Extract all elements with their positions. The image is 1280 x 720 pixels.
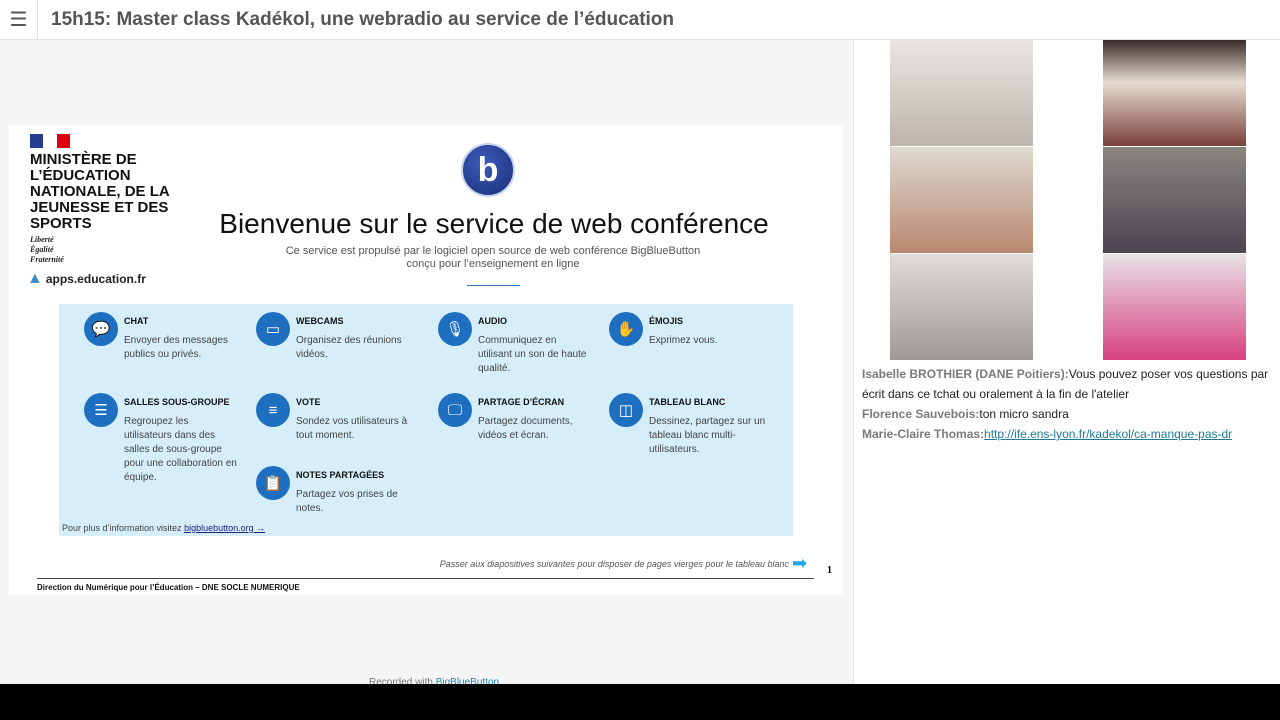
presentation-slide: MINISTÈRE DE L’ÉDUCATION NATIONALE, DE L… <box>9 125 843 595</box>
chat-link[interactable]: http://ife.ens-lyon.fr/kadekol/ca-manque… <box>984 427 1232 441</box>
slide-subtitle: Ce service est propulsé par le logiciel … <box>285 245 701 270</box>
poll-icon: ≡ <box>256 393 290 427</box>
feature-whiteboard: ◫ TABLEAU BLANC Dessinez, partagez sur un … <box>609 393 819 457</box>
breakout-icon: ☰ <box>84 393 118 427</box>
chat-message: Isabelle BROTHIER (DANE Poitiers):Vous p… <box>862 367 1269 401</box>
webcam-video <box>1103 254 1246 360</box>
webcams-and-chat-panel: Isabelle BROTHIER (DANE Poitiers):Vous p… <box>853 40 1280 684</box>
slide-footer: Direction du Numérique pour l’Éducation … <box>37 583 300 592</box>
hamburger-icon[interactable]: ☰ <box>0 0 38 40</box>
whiteboard-icon: ◫ <box>609 393 643 427</box>
webcam-video <box>890 254 1033 360</box>
screen-icon: 🖵 <box>438 393 472 427</box>
hand-icon: ✋ <box>609 312 643 346</box>
slide-title: Bienvenue sur le service de web conféren… <box>219 208 769 239</box>
features-panel: 💬 CHAT Envoyer des messages publics ou pri… <box>59 304 793 536</box>
top-bar: ☰ 15h15: Master class Kadékol, une webra… <box>0 0 1280 40</box>
apps-education-logo: ▲ apps.education.fr <box>27 270 146 287</box>
notes-icon: 📋 <box>256 466 290 500</box>
webcam-video <box>890 147 1033 253</box>
chat-messages: Isabelle BROTHIER (DANE Poitiers):Vous p… <box>862 364 1272 444</box>
chat-icon: 💬 <box>84 312 118 346</box>
player-bar <box>0 684 1280 720</box>
feature-emojis: ✋ ÉMOJIS Exprimez vous. <box>609 312 819 348</box>
arrow-right-icon: ➡ <box>792 553 808 573</box>
chat-message: Florence Sauvebois:ton micro sandra <box>862 407 1069 421</box>
footer-divider <box>37 578 814 579</box>
bigbluebutton-link[interactable]: bigbluebutton.org → <box>184 523 265 533</box>
marianne-flag-logo <box>30 134 70 148</box>
feature-notes: 📋 NOTES PARTAGÉES Partagez vos prises de n… <box>256 466 466 516</box>
page-title: 15h15: Master class Kadékol, une webradi… <box>51 8 675 30</box>
webcam-icon: ▭ <box>256 312 290 346</box>
webcam-video <box>890 40 1033 146</box>
webcam-video <box>1103 40 1246 146</box>
more-info: Pour plus d’information visitez bigblueb… <box>62 523 266 533</box>
motto: Liberté Égalité Fraternité <box>30 235 64 264</box>
chat-message: Marie-Claire Thomas:http://ife.ens-lyon.… <box>862 427 1233 441</box>
microphone-icon: 🎙 <box>438 312 472 346</box>
bigbluebutton-logo: b <box>461 143 515 197</box>
page-number: 1 <box>827 565 832 576</box>
next-slides-hint: Passer aux diapositives suivantes pour d… <box>439 559 789 569</box>
divider <box>467 285 520 286</box>
webcam-video <box>1103 147 1246 253</box>
